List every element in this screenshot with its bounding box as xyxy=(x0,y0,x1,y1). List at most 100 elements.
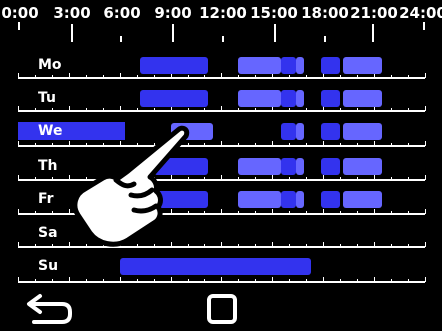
day-label-su[interactable]: Su xyxy=(18,257,125,275)
time-label-12: 12:00 xyxy=(199,4,247,22)
hour-tick xyxy=(340,143,342,146)
schedule-segment[interactable] xyxy=(140,90,208,107)
hour-tick xyxy=(255,211,257,214)
hour-tick xyxy=(204,244,206,247)
hour-tick xyxy=(424,106,426,111)
schedule-segment[interactable] xyxy=(343,57,383,74)
hour-tick xyxy=(390,108,392,111)
day-label-mo[interactable]: Mo xyxy=(18,56,125,74)
hour-tick xyxy=(407,279,409,282)
hour-tick xyxy=(204,75,206,78)
hour-tick xyxy=(102,75,104,78)
axis-tick-18 xyxy=(324,36,326,42)
hour-tick xyxy=(153,75,155,78)
hour-tick xyxy=(306,177,308,180)
schedule-segment[interactable] xyxy=(295,57,305,74)
hour-tick xyxy=(238,143,240,146)
hour-tick xyxy=(306,75,308,78)
time-label-0: 0:00 xyxy=(1,4,39,22)
hour-tick xyxy=(424,209,426,214)
day-row-mo[interactable]: Mo xyxy=(18,52,426,86)
schedule-segment[interactable] xyxy=(280,57,296,74)
day-row-tu[interactable]: Tu xyxy=(18,85,426,119)
schedule-segment[interactable] xyxy=(280,90,296,107)
schedule-segment[interactable] xyxy=(280,123,296,140)
hour-tick xyxy=(357,143,358,146)
hour-tick xyxy=(34,75,36,78)
hour-tick xyxy=(373,242,375,247)
hour-tick xyxy=(51,143,53,146)
hour-tick xyxy=(306,244,308,247)
schedule-segment[interactable] xyxy=(119,258,312,275)
schedule-segment[interactable] xyxy=(343,90,383,107)
hour-tick xyxy=(407,211,409,214)
stop-button[interactable] xyxy=(200,290,244,330)
hour-tick xyxy=(85,279,87,282)
hour-tick xyxy=(323,277,325,282)
hour-tick xyxy=(18,209,19,214)
hour-tick xyxy=(306,108,308,111)
hour-tick xyxy=(221,242,223,247)
hour-tick xyxy=(289,75,291,78)
schedule-segment[interactable] xyxy=(321,158,341,175)
time-label-9: 9:00 xyxy=(154,4,192,22)
schedule-segment[interactable] xyxy=(295,158,305,175)
hour-tick xyxy=(373,175,375,180)
hour-tick xyxy=(238,279,240,282)
hour-tick xyxy=(51,279,53,282)
hour-tick xyxy=(390,244,392,247)
schedule-segment[interactable] xyxy=(295,123,305,140)
hour-tick xyxy=(323,209,325,214)
time-label-3: 3:00 xyxy=(53,4,91,22)
schedule-segment[interactable] xyxy=(238,158,281,175)
day-label-tu[interactable]: Tu xyxy=(18,89,125,107)
hour-tick xyxy=(119,106,121,111)
schedule-segment[interactable] xyxy=(280,191,296,208)
hour-tick xyxy=(424,73,426,78)
back-button[interactable] xyxy=(24,292,76,326)
schedule-segment[interactable] xyxy=(295,90,305,107)
schedule-segment[interactable] xyxy=(238,90,281,107)
schedule-segment[interactable] xyxy=(280,158,296,175)
schedule-segment[interactable] xyxy=(321,191,341,208)
hour-tick xyxy=(289,211,291,214)
hour-tick xyxy=(357,177,358,180)
schedule-segment[interactable] xyxy=(321,90,341,107)
schedule-segment[interactable] xyxy=(343,123,383,140)
hour-tick xyxy=(323,242,325,247)
hour-tick xyxy=(373,141,375,146)
hour-tick xyxy=(136,108,138,111)
hour-tick xyxy=(340,244,342,247)
hour-tick xyxy=(407,177,409,180)
hour-tick xyxy=(306,279,308,282)
hour-tick xyxy=(255,75,257,78)
schedule-segment[interactable] xyxy=(295,191,305,208)
hour-tick xyxy=(323,175,325,180)
schedule-segment[interactable] xyxy=(238,191,281,208)
schedule-segment[interactable] xyxy=(343,158,383,175)
hour-tick xyxy=(68,73,70,78)
time-label-18: 18:00 xyxy=(301,4,349,22)
hour-tick xyxy=(289,177,291,180)
hour-tick xyxy=(34,108,36,111)
schedule-segment[interactable] xyxy=(321,57,341,74)
hour-tick xyxy=(357,244,358,247)
hour-tick xyxy=(272,277,274,282)
hour-tick xyxy=(306,211,308,214)
hour-tick xyxy=(407,244,409,247)
hour-tick xyxy=(221,175,223,180)
schedule-segment[interactable] xyxy=(140,57,208,74)
hour-tick xyxy=(221,209,223,214)
hour-tick xyxy=(102,108,104,111)
hour-tick xyxy=(289,279,291,282)
hour-tick xyxy=(340,75,342,78)
axis-tick-9 xyxy=(172,24,174,42)
hour-tick xyxy=(221,73,223,78)
hour-tick xyxy=(407,108,409,111)
hour-tick xyxy=(272,175,274,180)
day-row-su[interactable]: Su xyxy=(18,253,426,287)
schedule-segment[interactable] xyxy=(321,123,341,140)
schedule-segment[interactable] xyxy=(343,191,383,208)
schedule-segment[interactable] xyxy=(238,57,281,74)
hour-tick xyxy=(390,177,392,180)
